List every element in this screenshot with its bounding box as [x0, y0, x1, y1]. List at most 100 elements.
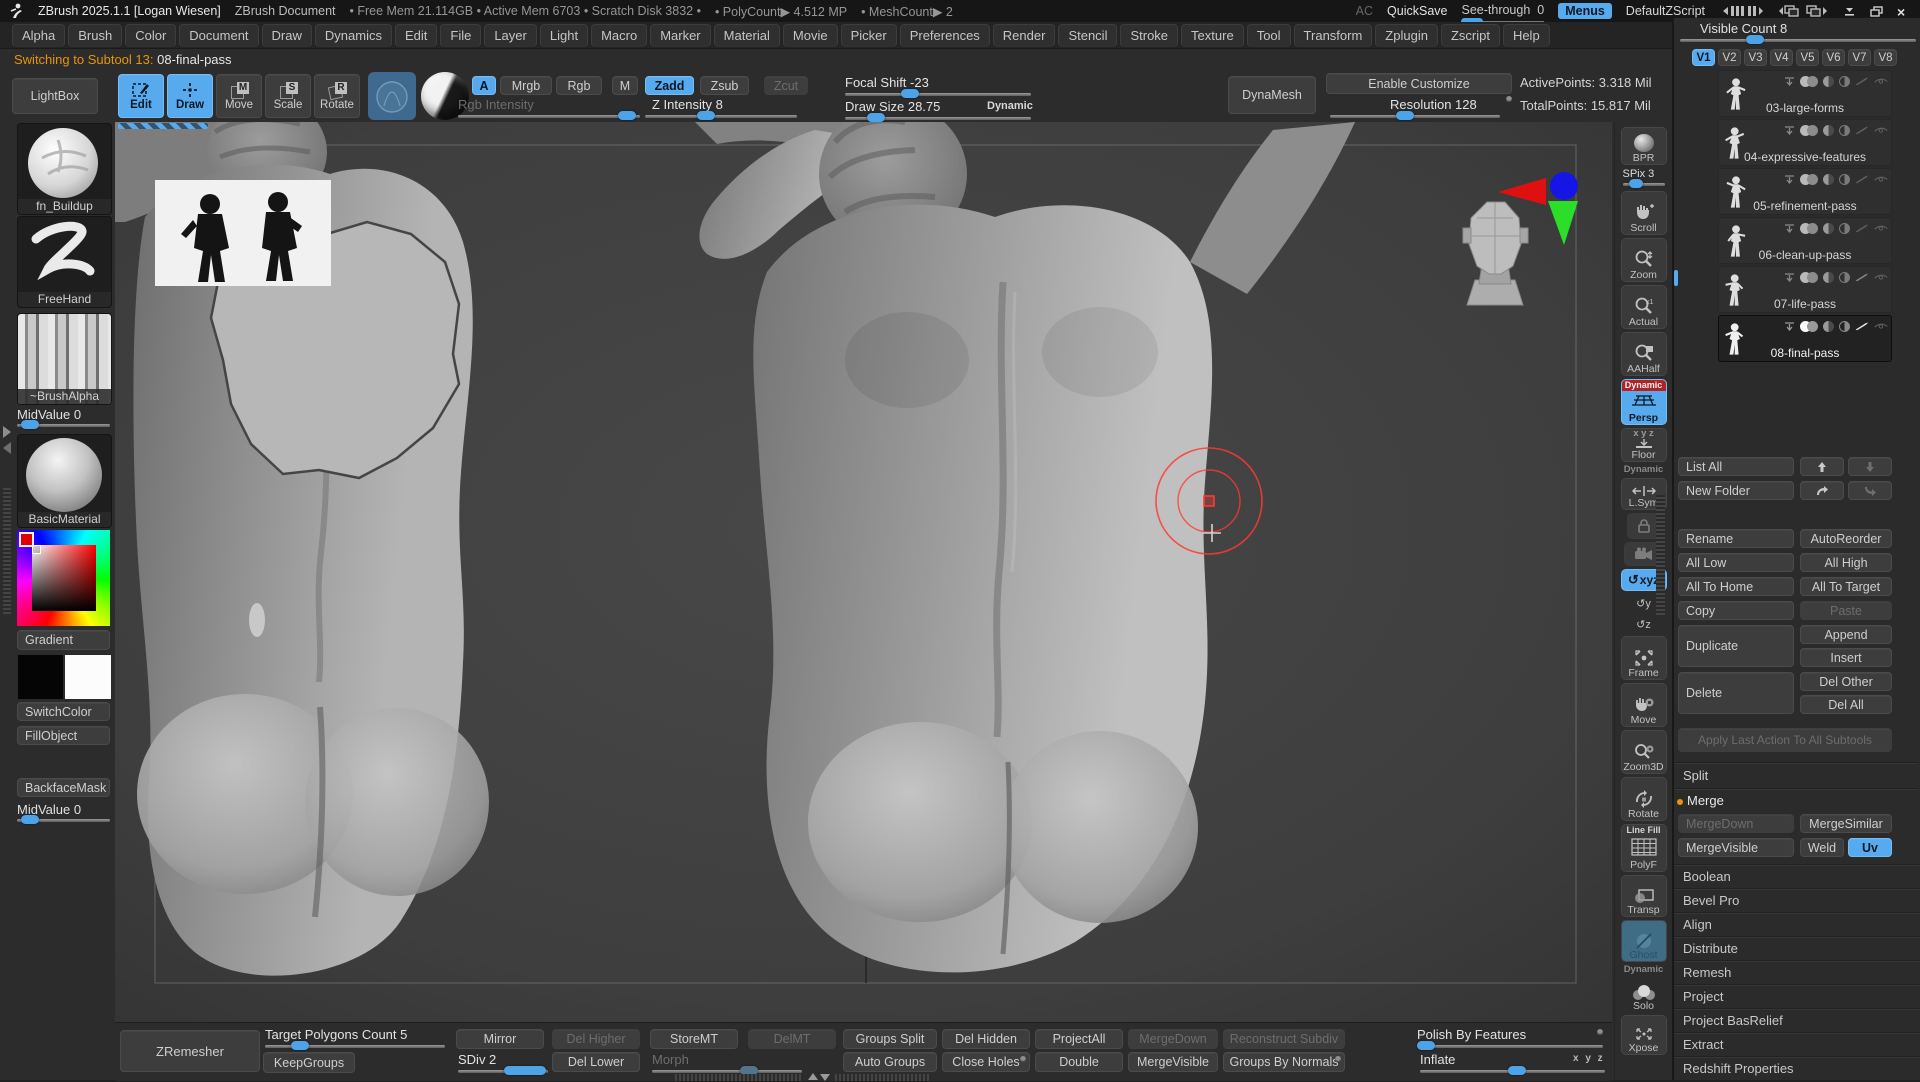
sculpt-scene[interactable]	[115, 122, 1612, 1022]
menu-layer[interactable]: Layer	[484, 23, 537, 47]
midvalue-bottom-slider[interactable]	[17, 815, 110, 824]
tab-v5[interactable]: V5	[1796, 49, 1819, 66]
left-tray-divider-arrows[interactable]	[1, 422, 13, 458]
flatten-arrow-icon[interactable]	[1784, 174, 1795, 184]
move-down-folder-button[interactable]	[1848, 481, 1892, 500]
split-section-header[interactable]: Split	[1683, 768, 1708, 783]
del-all-button[interactable]: Del All	[1800, 695, 1892, 714]
apply-last-action-button[interactable]: Apply Last Action To All Subtools	[1678, 728, 1892, 752]
resolution-slider[interactable]	[1330, 111, 1500, 120]
move-mode-button[interactable]: M Move	[216, 74, 262, 118]
contrast-icon[interactable]	[1839, 124, 1850, 136]
zsub-toggle[interactable]: Zsub	[700, 76, 749, 95]
menu-movie[interactable]: Movie	[782, 23, 838, 47]
subtool-row[interactable]: 06-clean-up-pass	[1718, 217, 1892, 264]
spix-slider[interactable]: SPix 3	[1621, 168, 1667, 188]
menu-brush[interactable]: Brush	[68, 23, 123, 47]
projectall-button[interactable]: ProjectAll	[1035, 1029, 1123, 1049]
transparency-button[interactable]: Transp	[1620, 875, 1667, 917]
brush-icon[interactable]	[1855, 76, 1869, 86]
zoom-button[interactable]: Zoom	[1620, 238, 1667, 282]
z-axis-sphere[interactable]	[1550, 172, 1578, 200]
flatten-arrow-icon[interactable]	[1784, 321, 1795, 331]
menu-render[interactable]: Render	[992, 23, 1056, 47]
move-up-folder-button[interactable]	[1800, 481, 1844, 500]
backface-mask-button[interactable]: BackfaceMask	[17, 778, 110, 797]
eye-icon[interactable]	[1874, 273, 1888, 282]
inflate-axes-toggle[interactable]: x y z	[1573, 1053, 1605, 1064]
flatten-arrow-icon[interactable]	[1784, 76, 1795, 86]
contrast-icon[interactable]	[1839, 222, 1850, 234]
scroll-button[interactable]: Scroll	[1620, 191, 1667, 235]
double-button[interactable]: Double	[1035, 1052, 1123, 1072]
xpose-button[interactable]: Xpose	[1620, 1015, 1667, 1055]
subtool-row[interactable]: 07-life-pass	[1718, 266, 1892, 313]
menu-stencil[interactable]: Stencil	[1058, 23, 1118, 47]
storemt-button[interactable]: StoreMT	[650, 1029, 738, 1049]
bpr-button[interactable]: BPR	[1620, 127, 1667, 165]
scale-mode-button[interactable]: S Scale	[265, 74, 311, 118]
menu-light[interactable]: Light	[539, 23, 589, 47]
tab-v3[interactable]: V3	[1744, 49, 1767, 66]
current-brush-preview[interactable]	[368, 72, 416, 120]
polish-dot-indicator[interactable]	[1597, 1029, 1603, 1035]
minimize-button[interactable]	[1843, 6, 1856, 17]
default-zscript-button[interactable]: DefaultZScript	[1626, 4, 1705, 18]
eye-icon[interactable]	[1874, 77, 1888, 86]
half-visibility-icon[interactable]	[1823, 222, 1834, 234]
aahalf-button[interactable]: AAHalf	[1620, 332, 1667, 376]
menu-help[interactable]: Help	[1502, 23, 1550, 47]
dynamic-draw-size-toggle[interactable]: Dynamic	[987, 100, 1033, 112]
section-align[interactable]: Align	[1674, 912, 1920, 935]
subtool-row[interactable]: 03-large-forms	[1718, 70, 1892, 117]
polypaint-circles-icon[interactable]	[1800, 124, 1818, 136]
groups-by-normals-button[interactable]: Groups By Normals	[1223, 1052, 1345, 1072]
all-to-target-button[interactable]: All To Target	[1800, 577, 1892, 596]
del-hidden-button[interactable]: Del Hidden	[942, 1029, 1030, 1049]
merge-section-header[interactable]: Merge	[1687, 793, 1724, 808]
paste-button[interactable]: Paste	[1800, 601, 1892, 620]
list-all-button[interactable]: List All	[1678, 457, 1794, 476]
edit-mode-button[interactable]: Edit	[118, 74, 164, 118]
brush-icon[interactable]	[1855, 125, 1869, 135]
tab-v8[interactable]: V8	[1874, 49, 1897, 66]
section-boolean[interactable]: Boolean	[1674, 864, 1920, 887]
half-visibility-icon[interactable]	[1823, 124, 1834, 136]
merge-similar-button[interactable]: MergeSimilar	[1800, 814, 1892, 833]
polypaint-circles-icon[interactable]	[1800, 222, 1818, 234]
del-lower-button[interactable]: Del Lower	[552, 1052, 640, 1072]
eye-icon[interactable]	[1874, 224, 1888, 233]
left-tray-scrollbar[interactable]	[3, 488, 11, 614]
flatten-arrow-icon[interactable]	[1784, 272, 1795, 282]
keepgroups-button[interactable]: KeepGroups	[263, 1052, 355, 1073]
contrast-icon[interactable]	[1839, 173, 1850, 185]
zadd-toggle[interactable]: Zadd	[645, 76, 694, 95]
menu-preferences[interactable]: Preferences	[899, 23, 990, 47]
menu-marker[interactable]: Marker	[650, 23, 711, 47]
section-remesh[interactable]: Remesh	[1674, 960, 1920, 983]
half-visibility-icon[interactable]	[1823, 173, 1834, 185]
sdiv-slider[interactable]	[458, 1066, 548, 1075]
tab-v6[interactable]: V6	[1822, 49, 1845, 66]
draw-size-slider[interactable]	[845, 113, 1031, 122]
fill-object-button[interactable]: FillObject	[17, 726, 110, 745]
color-picker[interactable]	[17, 530, 110, 626]
menu-transform[interactable]: Transform	[1293, 23, 1373, 47]
brush-icon[interactable]	[1855, 223, 1869, 233]
main-color-swatch[interactable]	[17, 654, 64, 700]
menu-stroke[interactable]: Stroke	[1120, 23, 1179, 47]
close-holes-dot[interactable]	[1020, 1056, 1026, 1062]
section-project-basrelief[interactable]: Project BasRelief	[1674, 1008, 1920, 1031]
z-intensity-slider[interactable]	[645, 111, 797, 120]
gradient-button[interactable]: Gradient	[17, 630, 110, 650]
insert-button[interactable]: Insert	[1800, 648, 1892, 667]
contrast-icon[interactable]	[1839, 75, 1850, 87]
new-folder-button[interactable]: New Folder	[1678, 481, 1794, 500]
solo-button[interactable]: Solo	[1621, 978, 1667, 1012]
tab-v7[interactable]: V7	[1848, 49, 1871, 66]
close-holes-button[interactable]: Close Holes	[942, 1052, 1030, 1072]
polypaint-circles-icon[interactable]	[1800, 320, 1818, 332]
enable-customize-button[interactable]: Enable Customize	[1326, 73, 1512, 94]
tab-v1[interactable]: V1	[1692, 49, 1715, 66]
move-3d-button[interactable]: Move	[1620, 683, 1667, 727]
